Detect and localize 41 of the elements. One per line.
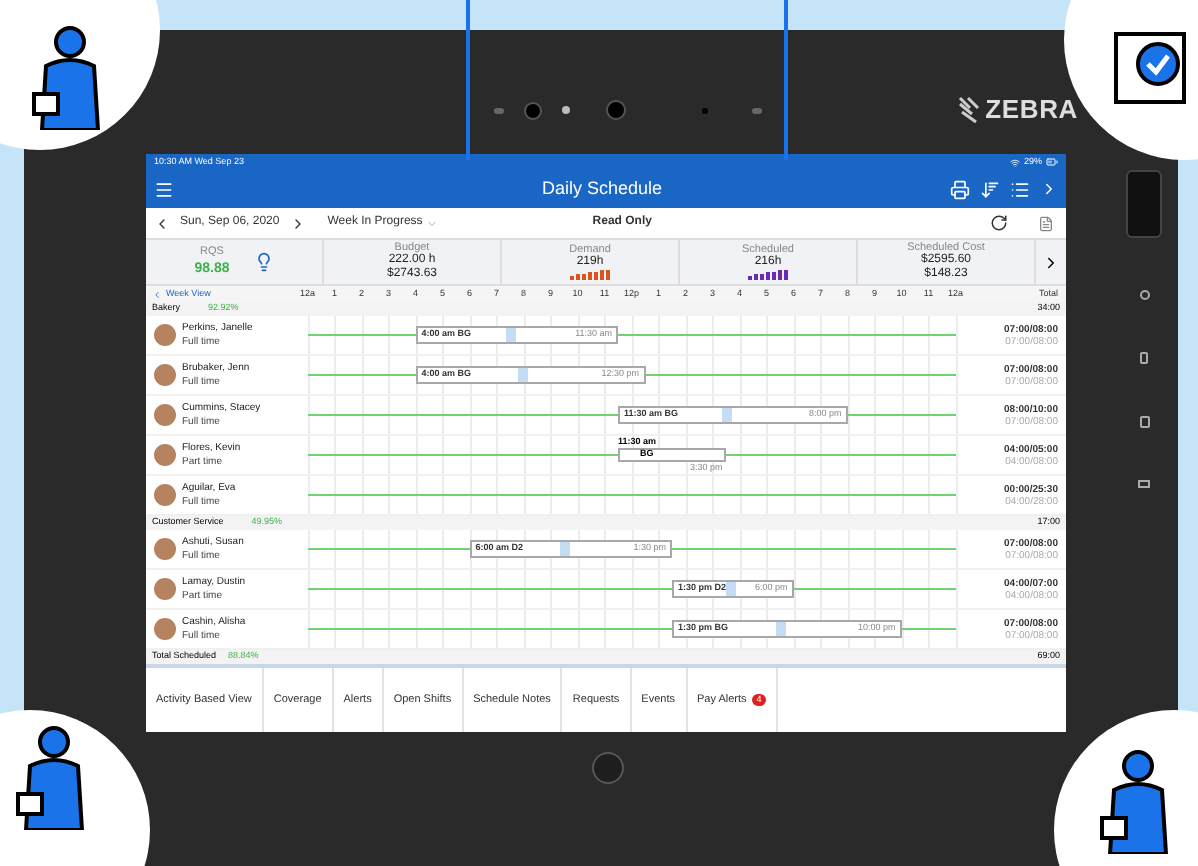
microphone-icon	[702, 107, 708, 113]
fingerprint-sensor	[1126, 170, 1162, 238]
refresh-icon[interactable]	[990, 214, 1008, 232]
break-marker	[518, 368, 529, 382]
avatar	[154, 324, 176, 346]
list-icon[interactable]	[1010, 179, 1030, 199]
avatar	[154, 484, 176, 506]
wifi-icon	[1009, 157, 1020, 167]
avatar	[154, 364, 176, 386]
sensor-icon	[494, 107, 504, 113]
avatar	[154, 578, 176, 600]
avatar	[154, 618, 176, 640]
light-icon	[562, 106, 570, 114]
side-button[interactable]	[1138, 480, 1150, 488]
avatar	[154, 404, 176, 426]
document-icon[interactable]	[1038, 215, 1054, 231]
chevron-down-icon	[426, 217, 439, 229]
menu-icon[interactable]	[154, 179, 174, 199]
break-marker	[506, 328, 517, 342]
lightbulb-icon[interactable]	[253, 252, 274, 272]
checkbox-icon	[1114, 32, 1186, 104]
printer-icon[interactable]	[950, 179, 970, 199]
break-marker	[560, 542, 571, 556]
window-title: Daily Schedule	[539, 175, 665, 202]
side-button[interactable]	[1140, 352, 1148, 364]
break-marker	[775, 622, 786, 636]
previous-day-icon[interactable]	[154, 215, 170, 231]
avatar	[154, 538, 176, 560]
side-button[interactable]	[1139, 416, 1149, 428]
camera-icon	[524, 101, 542, 119]
avatar	[154, 444, 176, 466]
camera-icon	[606, 100, 626, 120]
chevron-left-icon	[152, 289, 162, 299]
sort-icon[interactable]	[980, 179, 1000, 199]
break-marker	[721, 408, 732, 422]
brand-logo: ZEBRA	[985, 92, 1078, 129]
side-button[interactable]	[1139, 290, 1149, 300]
chevron-right-icon[interactable]	[1042, 253, 1060, 271]
battery-icon	[1046, 156, 1058, 168]
sensor-icon	[752, 107, 762, 113]
break-marker	[726, 582, 737, 596]
